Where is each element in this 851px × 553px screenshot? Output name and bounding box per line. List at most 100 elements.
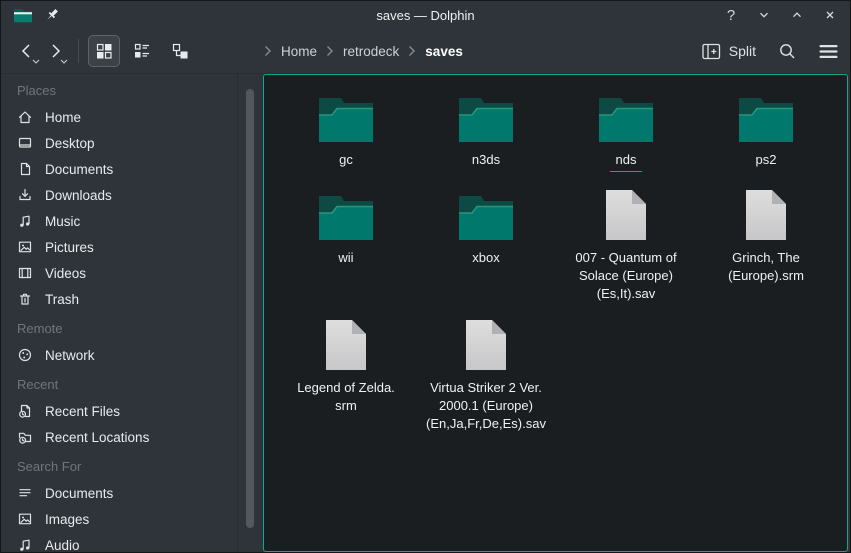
desktop-icon [17,135,33,151]
file-label: 007 - Quantum ofSolace (Europe)(Es,It).s… [575,249,676,303]
folder-item-ps2[interactable]: ps2 [696,93,836,169]
sidebar-item-places-desktop[interactable]: Desktop [1,130,263,156]
breadcrumb-item-home[interactable]: Home [281,44,317,59]
icons-view-button[interactable] [88,35,120,67]
sidebar-item-places-home[interactable]: Home [1,104,263,130]
sidebar-item-label: Recent Files [45,404,120,419]
hamburger-icon [819,44,838,59]
file-label-line: Legend of Zelda. [297,379,395,397]
file-label: gc [339,151,353,169]
toolbar-separator [78,39,79,63]
sidebar-section-remote: RemoteNetwork [1,316,263,368]
file-icon [324,321,368,371]
app-folder-icon [13,8,33,23]
details-view-icon [133,42,151,60]
file-label-line: gc [339,151,353,169]
recent-file-icon [17,403,33,419]
sidebar-divider [237,74,238,553]
tree-view-button[interactable] [164,35,196,67]
folder-icon [457,191,515,241]
toolbar: Home retrodeck saves Split [1,29,850,74]
text-lines-icon [17,485,33,501]
minimize-button[interactable] [756,7,772,23]
video-icon [17,265,33,281]
sidebar-item-remote-network[interactable]: Network [1,342,263,368]
split-button[interactable]: Split [702,43,756,60]
file-item-legend-of-zelda-srm[interactable]: Legend of Zelda.srm [276,321,416,415]
sidebar-item-search-for-images[interactable]: Images [1,506,263,532]
titlebar: saves — Dolphin ? [1,1,850,29]
sidebar-item-label: Downloads [45,188,112,203]
folder-view[interactable]: gc n3ds nds ps2 wii xbox 007 - Quantum o… [263,74,848,552]
trash-icon [17,291,33,307]
sidebar-item-places-videos[interactable]: Videos [1,260,263,286]
back-dropdown-icon [32,59,40,64]
sidebar-section-header: Search For [1,454,263,480]
folder-item-nds[interactable]: nds [556,93,696,172]
sidebar-item-recent-recent-locations[interactable]: Recent Locations [1,424,263,450]
document-icon [17,161,33,177]
folder-icon [457,93,515,143]
file-label-line: 2000.1 (Europe) [426,397,546,415]
menu-button[interactable] [819,44,838,59]
sidebar-item-places-pictures[interactable]: Pictures [1,234,263,260]
file-item-virtua-striker-2-ver-2000-1-europe-en-ja-fr-de-es-sav[interactable]: Virtua Striker 2 Ver.2000.1 (Europe)(En,… [416,321,556,433]
file-label-line: Solace (Europe) [575,267,676,285]
split-button-label: Split [729,43,756,59]
sidebar-item-label: Home [45,110,81,125]
pin-icon[interactable] [45,8,60,23]
folder-item-gc[interactable]: gc [276,93,416,169]
folder-item-n3ds[interactable]: n3ds [416,93,556,169]
folder-item-wii[interactable]: wii [276,191,416,267]
file-label: xbox [472,249,499,267]
folder-icon [597,93,655,143]
sidebar-item-search-for-documents[interactable]: Documents [1,480,263,506]
chevron-down-icon [757,8,771,22]
forward-button[interactable] [41,36,69,66]
file-label-line: wii [338,249,353,267]
sidebar-item-label: Videos [45,266,86,281]
sidebar-scrollbar[interactable] [246,89,254,528]
close-button[interactable] [822,7,838,23]
breadcrumb-current[interactable]: saves [425,44,463,59]
sidebar-item-places-music[interactable]: Music [1,208,263,234]
sidebar-item-places-documents[interactable]: Documents [1,156,263,182]
search-button[interactable] [778,42,797,61]
details-view-button[interactable] [126,35,158,67]
sidebar-section-search-for: Search ForDocumentsImagesAudio [1,454,263,553]
question-mark-icon: ? [727,7,735,24]
file-label-line: Virtua Striker 2 Ver. [426,379,546,397]
back-button[interactable] [13,36,41,66]
breadcrumb-item-retrodeck[interactable]: retrodeck [343,44,399,59]
dolphin-window: saves — Dolphin ? [0,0,851,553]
sidebar-section-places: Places Home DesktopDocuments Downloads Music… [1,78,263,312]
help-button[interactable]: ? [723,7,739,23]
breadcrumb-root-chevron-icon [264,45,272,57]
sidebar-section-header: Places [1,78,263,104]
breadcrumb: Home retrodeck saves [264,44,463,59]
sidebar-item-recent-recent-files[interactable]: Recent Files [1,398,263,424]
magnifier-icon [778,42,797,61]
sidebar-item-places-downloads[interactable]: Downloads [1,182,263,208]
file-label: n3ds [472,151,500,169]
sidebar-item-places-trash[interactable]: Trash [1,286,263,312]
file-label-line: (En,Ja,Fr,De,Es).sav [426,415,546,433]
file-label-line: 007 - Quantum of [575,249,676,267]
folder-item-xbox[interactable]: xbox [416,191,556,267]
sidebar-section-header: Recent [1,372,263,398]
music-note-icon [17,537,33,553]
file-icon [464,321,508,371]
maximize-button[interactable] [789,7,805,23]
split-view-icon [702,43,721,60]
titlebar-left [13,8,60,23]
file-item-grinch-the-europe-srm[interactable]: Grinch, The(Europe).srm [696,191,836,285]
sidebar-section-header: Remote [1,316,263,342]
file-item-007-quantum-of-solace-europe-es-it-sav[interactable]: 007 - Quantum ofSolace (Europe)(Es,It).s… [556,191,696,303]
music-note-icon [17,213,33,229]
window-body: PlacesHomeDesktopDocumentsDownloadsMusic… [1,74,850,553]
folder-icon [317,93,375,143]
sidebar-item-label: Music [45,214,80,229]
sidebar-item-search-for-audio[interactable]: Audio [1,532,263,553]
close-icon [823,8,837,22]
file-label: Legend of Zelda.srm [297,379,395,415]
